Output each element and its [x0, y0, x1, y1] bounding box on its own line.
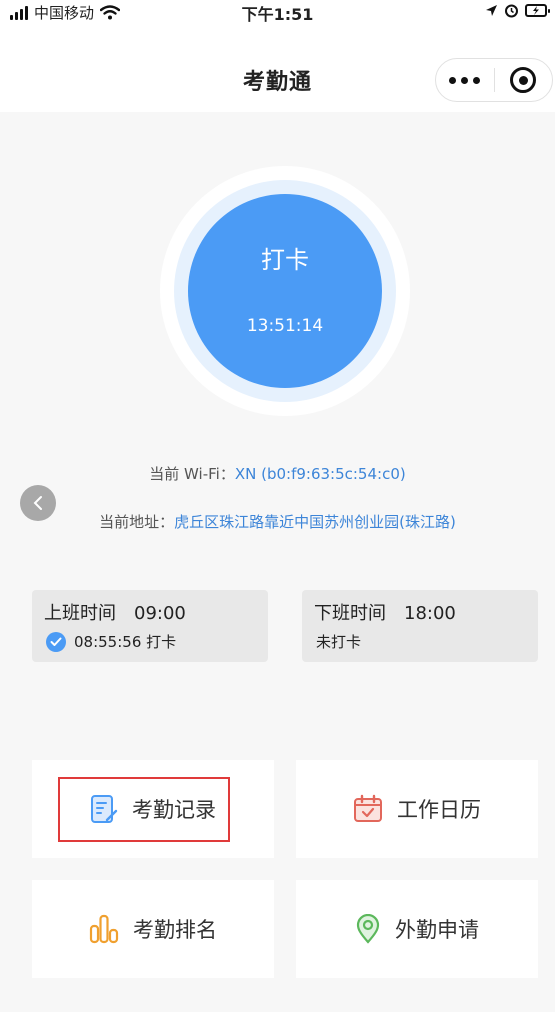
clock-in-status-text: 08:55:56 打卡 [74, 633, 177, 651]
clock-out-status-text: 未打卡 [316, 633, 362, 651]
punch-button[interactable]: 打卡 13:51:14 [188, 194, 382, 388]
nav-bar: 考勤通 [0, 24, 555, 112]
clock-out-time: 18:00 [404, 603, 456, 624]
wifi-value: XN (b0:f9:63:5c:54:c0) [234, 465, 406, 483]
status-right [485, 3, 550, 18]
address-value: 虎丘区珠江路靠近中国苏州创业园(珠江路) [174, 513, 456, 531]
menu-label: 外勤申请 [395, 918, 479, 942]
attendance-ranking-button[interactable]: 考勤排名 [32, 880, 274, 978]
chevron-left-icon [33, 496, 42, 510]
more-button[interactable] [436, 59, 494, 101]
clock-in-label: 上班时间 [44, 603, 116, 624]
punch-clock: 13:51:14 [246, 316, 324, 336]
menu-label: 考勤排名 [133, 918, 217, 942]
clock-out-label: 下班时间 [314, 603, 386, 624]
close-mini-program-button[interactable] [494, 59, 552, 101]
clock-out-status: 未打卡 [316, 631, 361, 652]
highlight-box [58, 777, 230, 842]
alarm-icon [505, 4, 518, 18]
address-info: 当前地址：虎丘区珠江路靠近中国苏州创业园(珠江路) [0, 511, 555, 532]
more-dots-icon [449, 76, 481, 84]
address-label: 当前地址： [99, 513, 175, 531]
clock-in-status: 08:55:56 打卡 [46, 631, 176, 652]
clock-in-time: 09:00 [134, 603, 186, 624]
mini-program-capsule [435, 58, 553, 102]
clock-in-header: 上班时间 09:00 [44, 599, 186, 625]
ranking-icon [89, 914, 119, 944]
target-icon [510, 67, 537, 93]
status-bar: 中国移动 下午1:51 [0, 0, 555, 24]
clock-out-header: 下班时间 18:00 [314, 599, 456, 625]
wifi-info: 当前 Wi-Fi：XN (b0:f9:63:5c:54:c0) [0, 463, 555, 484]
wifi-label: 当前 Wi-Fi： [149, 465, 235, 483]
calendar-icon [354, 794, 382, 822]
menu-label: 工作日历 [397, 798, 481, 822]
punch-label: 打卡 [261, 246, 309, 274]
status-time: 下午1:51 [241, 5, 314, 24]
clock-in-card: 上班时间 09:00 08:55:56 打卡 [32, 590, 268, 662]
location-icon [356, 914, 380, 944]
check-circle-icon [46, 631, 66, 652]
location-arrow-icon [486, 5, 497, 16]
battery-icon [525, 4, 550, 17]
field-work-request-button[interactable]: 外勤申请 [296, 880, 538, 978]
work-calendar-button[interactable]: 工作日历 [296, 760, 538, 858]
clock-out-card: 下班时间 18:00 未打卡 [302, 590, 538, 662]
